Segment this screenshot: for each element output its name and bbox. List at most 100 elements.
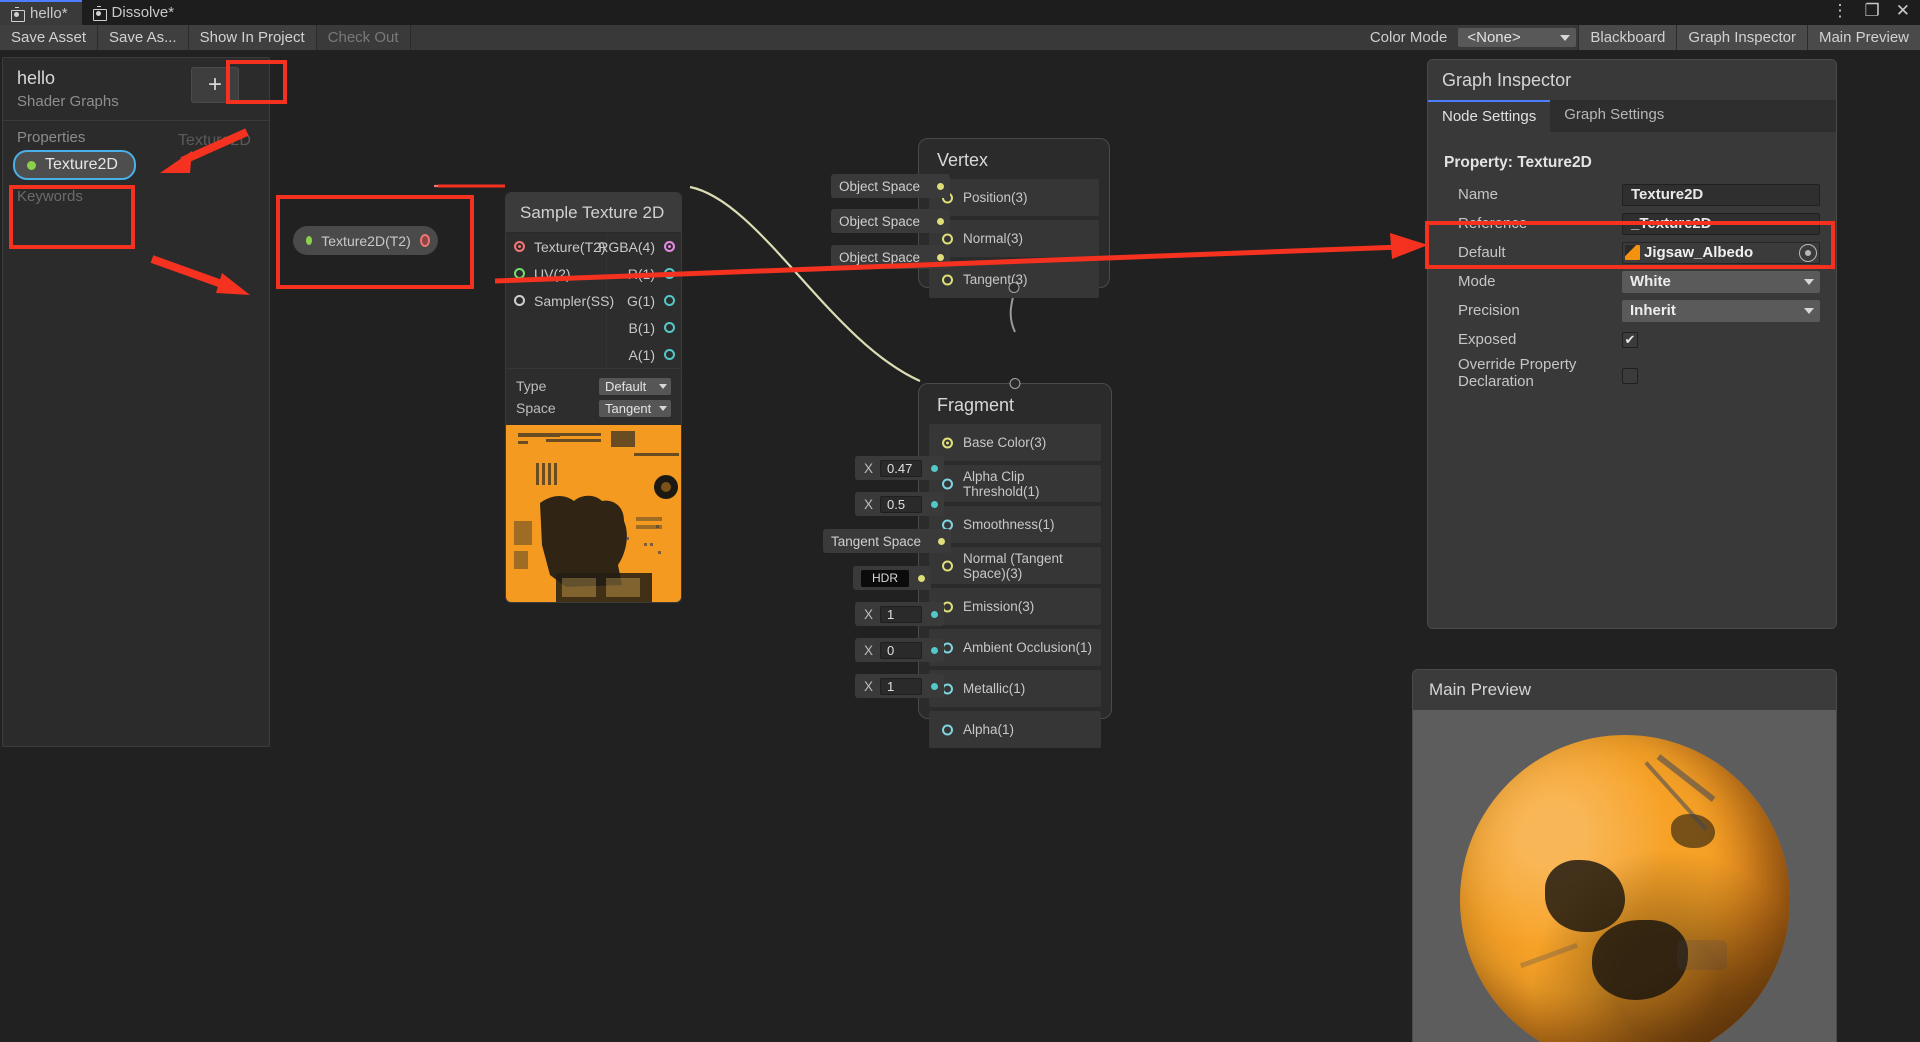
block-alpha-clip-threshold[interactable]: Alpha Clip Threshold(1)	[929, 465, 1101, 502]
mode-dropdown[interactable]: White	[1622, 270, 1820, 293]
port-dot-icon[interactable]	[942, 724, 953, 735]
tab-graph-settings[interactable]: Graph Settings	[1550, 100, 1678, 132]
kebab-menu-icon[interactable]: ⋮	[1832, 2, 1849, 19]
main-preview-toggle-button[interactable]: Main Preview	[1806, 25, 1920, 50]
vertex-tangent-default-widget[interactable]: Object Space	[831, 245, 951, 269]
block-base-color[interactable]: Base Color(3)	[929, 424, 1101, 461]
close-icon[interactable]: ✕	[1896, 2, 1910, 19]
port-uv-in[interactable]: UV(2)	[506, 260, 606, 287]
block-ambient-occlusion[interactable]: Ambient Occlusion(1)	[929, 629, 1101, 666]
emission-widget[interactable]: HDR	[853, 566, 931, 590]
type-dropdown[interactable]: Default	[599, 377, 671, 395]
color-mode-dropdown[interactable]: <None>	[1458, 28, 1577, 47]
inspector-row-reference: Reference _Texture2D	[1444, 209, 1820, 238]
value-field[interactable]: 1	[880, 605, 923, 623]
block-normal-tangent-space[interactable]: Normal (Tangent Space)(3)	[929, 547, 1101, 584]
port-dot-icon[interactable]	[514, 295, 525, 306]
show-in-project-button[interactable]: Show In Project	[188, 25, 317, 50]
precision-dropdown[interactable]: Inherit	[1622, 299, 1820, 322]
main-preview-panel[interactable]: Main Preview https://blog.csdn.net/xinzh…	[1412, 669, 1837, 1042]
vertex-collapse-handle[interactable]	[1008, 282, 1020, 293]
object-picker-icon[interactable]	[1799, 243, 1817, 262]
block-metallic[interactable]: Metallic(1)	[929, 670, 1101, 707]
port-dot-icon[interactable]	[942, 437, 953, 448]
preview-sphere[interactable]	[1459, 735, 1790, 1042]
property-node-texture2d[interactable]: Texture2D(T2)	[293, 226, 438, 255]
port-dot-icon[interactable]	[664, 241, 675, 252]
port-dot-icon[interactable]	[664, 322, 675, 333]
tab-hello[interactable]: hello*	[0, 0, 82, 25]
port-dot-icon[interactable]	[942, 274, 953, 285]
node-sample-texture-2d[interactable]: Sample Texture 2D Texture(T2) UV(2) Samp…	[505, 192, 682, 603]
port-dot-icon[interactable]	[942, 560, 953, 571]
alpha-clip-threshold-widget[interactable]: X 0.47	[855, 456, 945, 480]
tab-node-settings[interactable]: Node Settings	[1428, 100, 1551, 132]
block-smoothness[interactable]: Smoothness(1)	[929, 506, 1101, 543]
ambient-occlusion-widget[interactable]: X 1	[855, 602, 945, 626]
blackboard-panel[interactable]: hello Shader Graphs Properties Texture2D…	[2, 57, 270, 747]
block-label: Alpha(1)	[963, 722, 1015, 737]
metallic-widget[interactable]: X 0	[855, 638, 945, 662]
save-as-button[interactable]: Save As...	[98, 25, 189, 50]
port-dot-icon[interactable]	[514, 268, 525, 279]
port-rgba-out[interactable]: RGBA(4)	[598, 233, 681, 260]
port-dot-icon[interactable]	[664, 268, 675, 279]
exposed-checkbox[interactable]: ✔	[1622, 331, 1638, 348]
widget-label: Tangent Space	[831, 533, 922, 549]
node-ports: Texture(T2) UV(2) Sampler(SS) RGBA(4) R(…	[506, 233, 681, 368]
widget-slot-dot-icon	[918, 574, 925, 582]
tab-dissolve[interactable]: Dissolve*	[82, 0, 189, 25]
property-list-item[interactable]: Texture2D	[3, 148, 269, 182]
add-property-button[interactable]: +	[191, 67, 239, 103]
value-field[interactable]: 0	[880, 641, 923, 659]
block-emission[interactable]: Emission(3)	[929, 588, 1101, 625]
normal-space-widget[interactable]: Tangent Space	[823, 529, 952, 553]
block-alpha[interactable]: Alpha(1)	[929, 711, 1101, 748]
vertex-position-default-widget[interactable]: Object Space	[831, 174, 951, 198]
port-r-out[interactable]: R(1)	[607, 260, 681, 287]
shader-graph-window: hello* Dissolve* ⋮ ❐ ✕ Save Asset Save A…	[0, 0, 1920, 1042]
node-setting-type[interactable]: Type Default	[516, 375, 671, 397]
maximize-icon[interactable]: ❐	[1865, 2, 1880, 19]
value-field[interactable]: 0.5	[880, 495, 923, 513]
port-g-out[interactable]: G(1)	[607, 287, 681, 314]
port-dot-icon[interactable]	[942, 478, 953, 489]
block-position[interactable]: Position(3)	[929, 179, 1099, 216]
node-title: Sample Texture 2D	[506, 193, 681, 233]
alpha-widget[interactable]: X 1	[855, 674, 945, 698]
texture-preview-image	[506, 425, 681, 602]
save-asset-button[interactable]: Save Asset	[0, 25, 99, 50]
override-property-declaration-checkbox[interactable]	[1622, 368, 1638, 384]
widget-slot-dot-icon	[931, 682, 939, 690]
graph-inspector-panel[interactable]: Graph Inspector Node Settings Graph Sett…	[1427, 59, 1837, 629]
value-field[interactable]: 0.47	[880, 459, 923, 477]
vertex-normal-default-widget[interactable]: Object Space	[831, 209, 951, 233]
graph-inspector-toggle-button[interactable]: Graph Inspector	[1676, 25, 1807, 50]
port-dot-icon[interactable]	[514, 241, 525, 252]
fragment-collapse-handle[interactable]	[1009, 378, 1021, 389]
reference-input[interactable]: _Texture2D	[1622, 212, 1820, 235]
port-a-out[interactable]: A(1)	[607, 341, 681, 368]
space-dropdown[interactable]: Tangent	[599, 399, 671, 417]
tab-label: Dissolve*	[111, 4, 175, 21]
port-dot-icon[interactable]	[664, 349, 675, 360]
block-normal[interactable]: Normal(3)	[929, 220, 1099, 257]
property-node-output-port[interactable]	[419, 234, 430, 247]
preview-stage[interactable]	[1413, 710, 1836, 1042]
graph-canvas[interactable]: hello Shader Graphs Properties Texture2D…	[0, 51, 1920, 1042]
property-pill-texture2d[interactable]: Texture2D	[13, 150, 136, 180]
block-label: Alpha Clip Threshold(1)	[963, 468, 1040, 499]
port-sampler-in[interactable]: Sampler(SS)	[506, 287, 614, 314]
blackboard-toggle-button[interactable]: Blackboard	[1578, 25, 1677, 50]
value-field[interactable]: 1	[880, 677, 923, 695]
port-texture-in[interactable]: Texture(T2)	[506, 233, 606, 260]
name-input[interactable]: Texture2D	[1622, 183, 1820, 206]
port-dot-icon[interactable]	[664, 295, 675, 306]
default-texture-object-field[interactable]: Jigsaw_Albedo	[1622, 241, 1820, 264]
smoothness-widget[interactable]: X 0.5	[855, 492, 945, 516]
block-label: Base Color(3)	[963, 435, 1047, 450]
port-b-out[interactable]: B(1)	[607, 314, 681, 341]
check-out-button: Check Out	[316, 25, 411, 50]
node-setting-space[interactable]: Space Tangent	[516, 397, 671, 419]
port-dot-icon[interactable]	[942, 233, 953, 244]
